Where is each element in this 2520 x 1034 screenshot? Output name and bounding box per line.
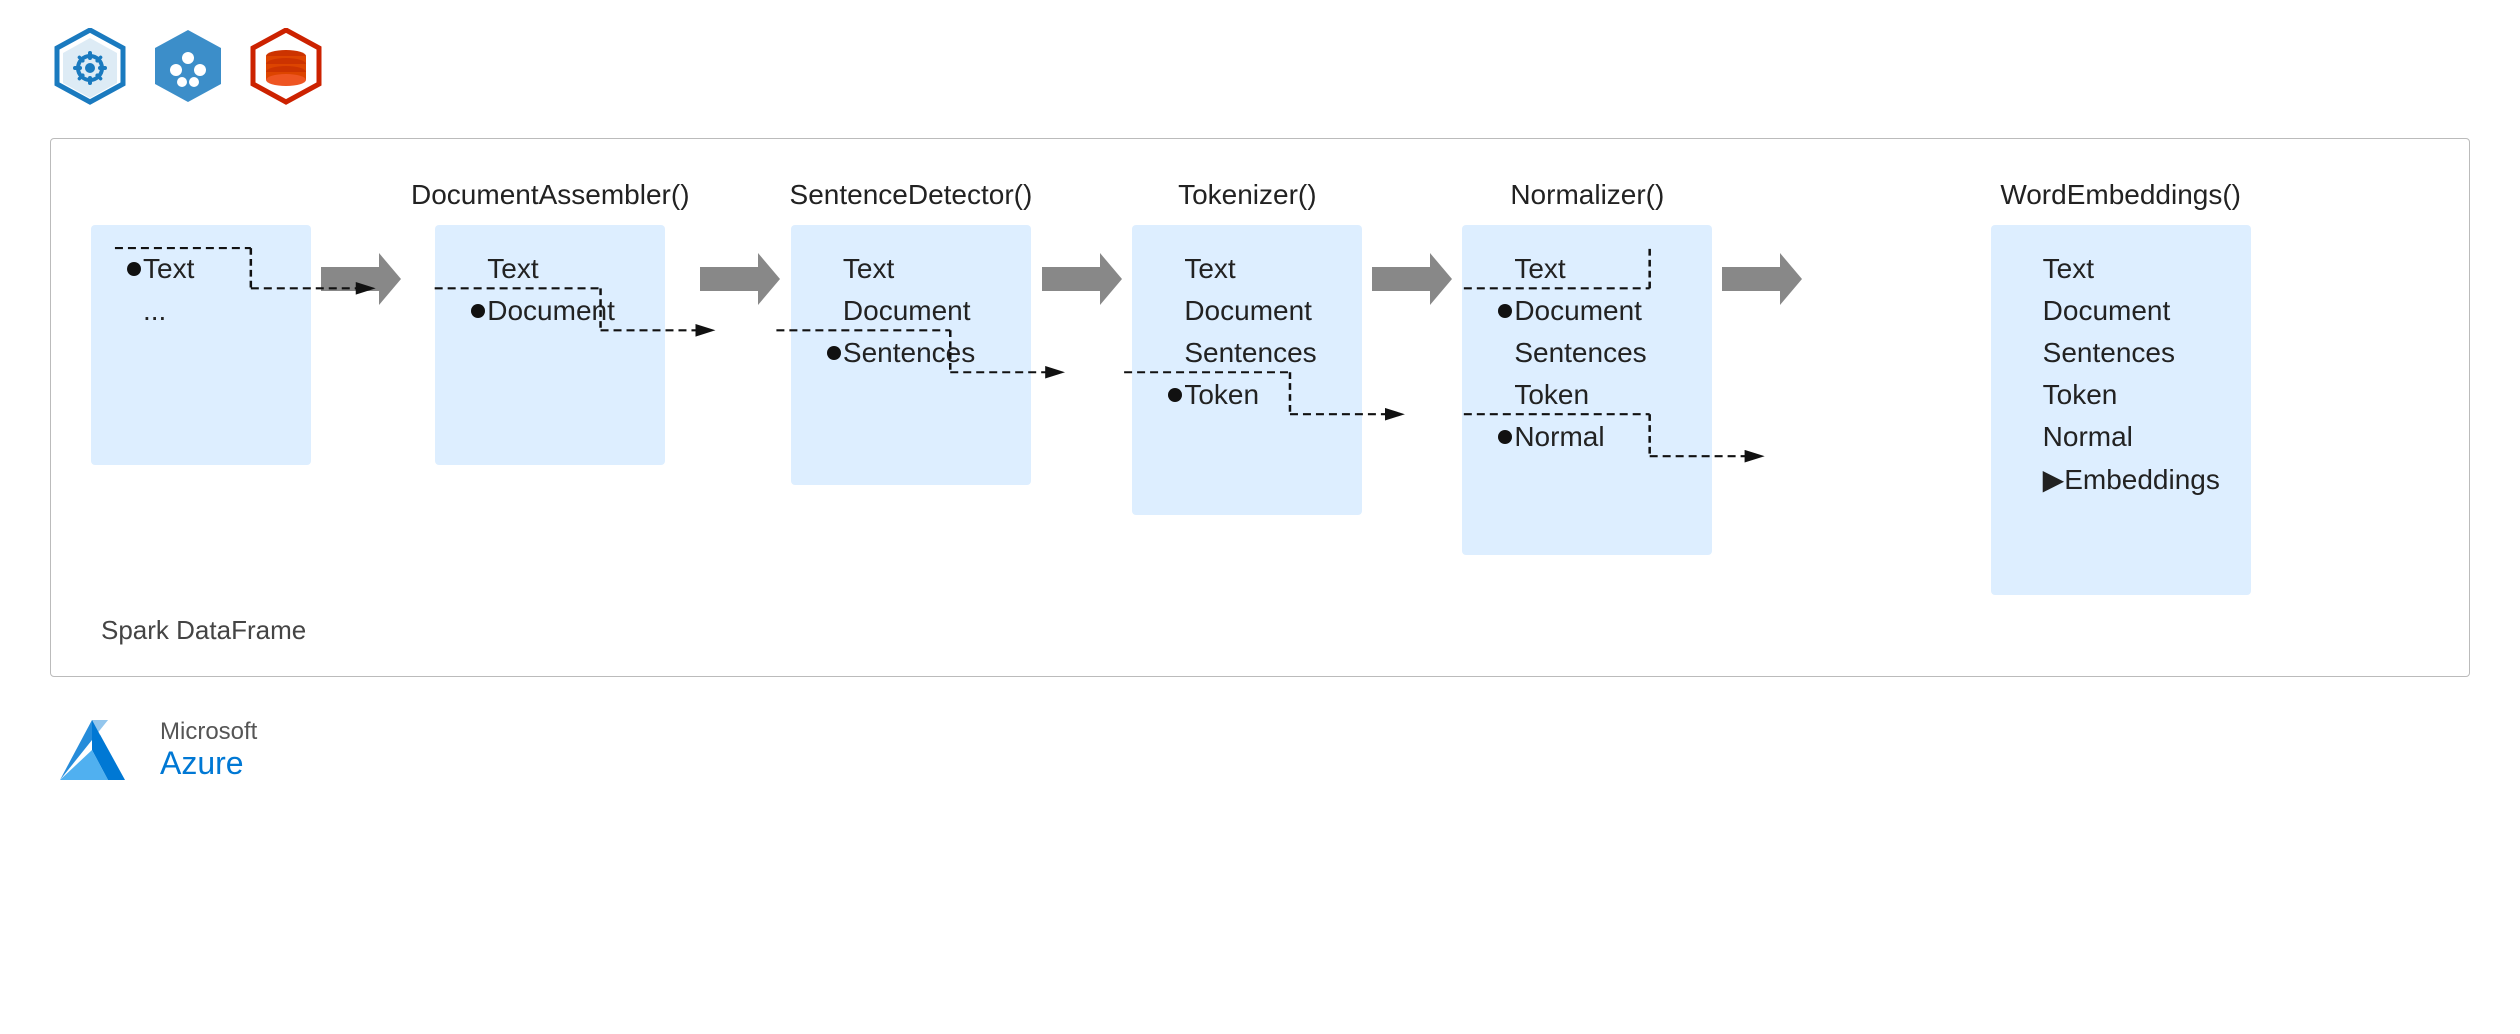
dataframe-word-embeddings: Text Document Sentences Token Normal ▶Em… bbox=[1991, 225, 2251, 595]
dot-token-3 bbox=[1168, 388, 1182, 402]
arrow-5 bbox=[1712, 179, 1812, 305]
stage-label-normalizer: Normalizer() bbox=[1510, 179, 1664, 211]
field-sentences-4: Sentences bbox=[1498, 337, 1676, 369]
field-document-5: Document bbox=[2027, 295, 2215, 327]
stage-label-sentence-detector: SentenceDetector() bbox=[790, 179, 1033, 211]
field-sentences-3: Sentences bbox=[1168, 337, 1326, 369]
dataframe-normalizer: Text Document Sentences Token Normal bbox=[1462, 225, 1712, 555]
arrow-3 bbox=[1032, 179, 1132, 305]
stage-normalizer: Normalizer() Text Document Sentences Tok… bbox=[1462, 179, 1712, 555]
dataframe-input: Text ... bbox=[91, 225, 311, 465]
azure-logo bbox=[50, 715, 140, 785]
stage-tokenizer: Tokenizer() Text Document Sentences Toke… bbox=[1132, 179, 1362, 515]
dot-document-4 bbox=[1498, 304, 1512, 318]
arrow-4 bbox=[1362, 179, 1462, 305]
field-token-3: Token bbox=[1168, 379, 1326, 411]
arrow-2 bbox=[690, 179, 790, 305]
field-document-3: Document bbox=[1168, 295, 1326, 327]
spark-logo bbox=[148, 28, 228, 108]
field-sentences-5: Sentences bbox=[2027, 337, 2215, 369]
dataframe-sentence-detector: Text Document Sentences bbox=[791, 225, 1031, 485]
redis-logo bbox=[246, 28, 326, 108]
field-text-5: Text bbox=[2027, 253, 2215, 285]
stage-label-word-embeddings: WordEmbeddings() bbox=[2000, 179, 2241, 211]
dot-normal-4 bbox=[1498, 430, 1512, 444]
stage-input: placeholder Text ... bbox=[91, 179, 311, 465]
field-text-0: Text bbox=[127, 253, 275, 285]
field-sentences-2: Sentences bbox=[827, 337, 995, 369]
field-document-1: Document bbox=[471, 295, 629, 327]
azure-label: Azure bbox=[160, 745, 257, 782]
dot-sentences-2 bbox=[827, 346, 841, 360]
field-text-4: Text bbox=[1498, 253, 1676, 285]
diagram-container: placeholder Text ... DocumentAssembler() bbox=[50, 138, 2470, 677]
field-text-2: Text bbox=[827, 253, 995, 285]
field-normal-5: Normal bbox=[2027, 421, 2215, 453]
header-logos bbox=[0, 0, 2520, 128]
field-token-5: Token bbox=[2027, 379, 2215, 411]
footer-area: Microsoft Azure bbox=[0, 687, 2520, 813]
dataframe-document-assembler: Text Document bbox=[435, 225, 665, 465]
dot-document-1 bbox=[471, 304, 485, 318]
dot-text-0 bbox=[127, 262, 141, 276]
spark-ml-logo bbox=[50, 28, 130, 108]
field-text-1: Text bbox=[471, 253, 629, 285]
dataframe-tokenizer: Text Document Sentences Token bbox=[1132, 225, 1362, 515]
field-token-4: Token bbox=[1498, 379, 1676, 411]
spark-dataframe-label: Spark DataFrame bbox=[91, 615, 2429, 646]
arrow-1 bbox=[311, 179, 411, 305]
stage-label-document-assembler: DocumentAssembler() bbox=[411, 179, 690, 211]
stage-word-embeddings: WordEmbeddings() Text Document Sentences… bbox=[1812, 179, 2429, 595]
field-document-4: Document bbox=[1498, 295, 1676, 327]
field-ellipsis-0: ... bbox=[127, 295, 275, 327]
stage-document-assembler: DocumentAssembler() Text Document bbox=[411, 179, 690, 465]
field-normal-4: Normal bbox=[1498, 421, 1676, 453]
stage-sentence-detector: SentenceDetector() Text Document Sentenc… bbox=[790, 179, 1033, 485]
field-embeddings-5: ▶Embeddings bbox=[2027, 463, 2215, 496]
stage-label-tokenizer: Tokenizer() bbox=[1178, 179, 1316, 211]
field-text-3: Text bbox=[1168, 253, 1326, 285]
microsoft-label: Microsoft bbox=[160, 718, 257, 746]
azure-text-group: Microsoft Azure bbox=[160, 718, 257, 782]
field-document-2: Document bbox=[827, 295, 995, 327]
